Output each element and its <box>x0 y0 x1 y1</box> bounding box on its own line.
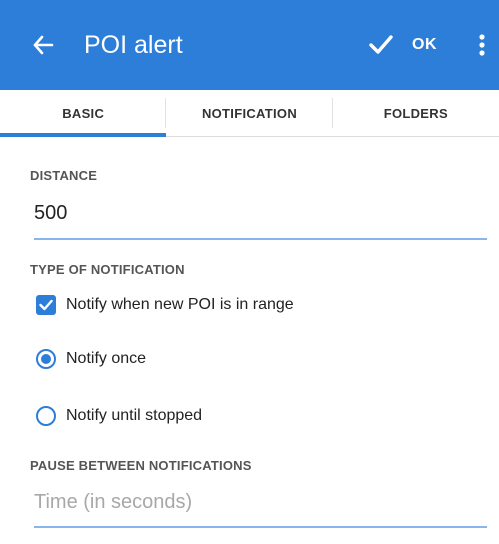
radio-selected <box>36 349 56 369</box>
overflow-menu-button[interactable] <box>470 24 494 66</box>
distance-underline <box>34 238 487 240</box>
tab-basic-label: BASIC <box>62 105 105 121</box>
notify-in-range-checkbox[interactable]: Notify when new POI is in range <box>36 290 294 320</box>
type-of-notification-label: TYPE OF NOTIFICATION <box>30 262 185 277</box>
checkbox-checked <box>36 295 56 315</box>
notify-once-label: Notify once <box>66 350 147 367</box>
pause-time-underline <box>34 526 487 528</box>
distance-label: DISTANCE <box>30 168 98 183</box>
tab-notification[interactable]: NOTIFICATION <box>166 90 333 136</box>
more-vertical-icon <box>479 34 485 56</box>
poi-alert-screen: POI alert OK BASIC NOTIFICATION FOLDERS … <box>0 0 499 544</box>
radio-unselected <box>36 406 56 426</box>
notify-once-radio[interactable]: Notify once <box>36 344 146 374</box>
ok-label: OK <box>412 36 437 53</box>
tab-basic[interactable]: BASIC <box>0 90 167 137</box>
pause-time-input[interactable] <box>34 482 487 522</box>
notify-in-range-label: Notify when new POI is in range <box>66 296 294 313</box>
tab-folders-label: FOLDERS <box>383 105 448 121</box>
pause-between-notifications-label: PAUSE BETWEEN NOTIFICATIONS <box>30 458 252 473</box>
active-tab-indicator <box>0 133 167 137</box>
notify-until-stopped-label: Notify until stopped <box>66 407 203 424</box>
tab-bar: BASIC NOTIFICATION FOLDERS <box>0 90 499 137</box>
arrow-left-icon <box>33 35 54 55</box>
checkmark-icon <box>369 35 393 54</box>
back-button[interactable] <box>22 24 64 66</box>
tab-folders[interactable]: FOLDERS <box>333 90 499 136</box>
notify-until-stopped-radio[interactable]: Notify until stopped <box>36 401 202 431</box>
distance-input[interactable] <box>34 193 487 233</box>
check-icon <box>39 299 53 311</box>
toolbar: POI alert OK <box>0 0 499 90</box>
radio-dot <box>41 354 51 364</box>
tab-notification-label: NOTIFICATION <box>201 105 298 121</box>
ok-button[interactable]: OK <box>368 24 437 66</box>
page-title: POI alert <box>84 31 183 59</box>
